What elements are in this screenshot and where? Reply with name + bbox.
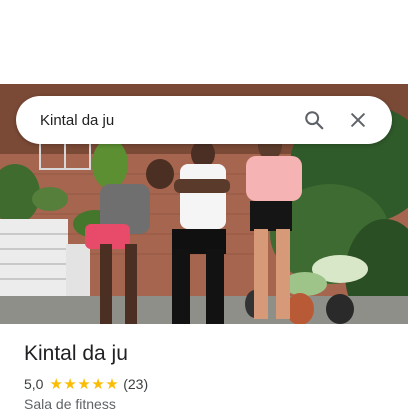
star-icon: ★ [91,375,105,393]
close-icon[interactable] [340,102,376,138]
place-info-panel[interactable]: Kintal da ju 5,0 ★ ★ ★ ★ ★ (23) Sala de … [0,324,408,412]
search-bar[interactable]: Kintal da ju [16,96,392,144]
place-title: Kintal da ju [24,342,128,365]
star-rating: ★ ★ ★ ★ ★ [49,377,119,392]
review-count[interactable]: (23) [123,376,148,392]
search-icon-glyph [305,111,324,130]
star-icon: ★ [49,375,63,393]
rating-value: 5,0 [24,376,44,392]
rating-row[interactable]: 5,0 ★ ★ ★ ★ ★ (23) [24,376,148,392]
star-icon: ★ [77,375,91,393]
star-icon: ★ [105,375,119,393]
search-icon[interactable] [296,102,332,138]
top-blank-area [0,0,408,84]
star-icon: ★ [63,375,77,393]
search-input[interactable]: Kintal da ju [40,112,288,129]
close-icon-glyph [351,113,365,127]
place-category: Sala de fitness [24,396,116,412]
